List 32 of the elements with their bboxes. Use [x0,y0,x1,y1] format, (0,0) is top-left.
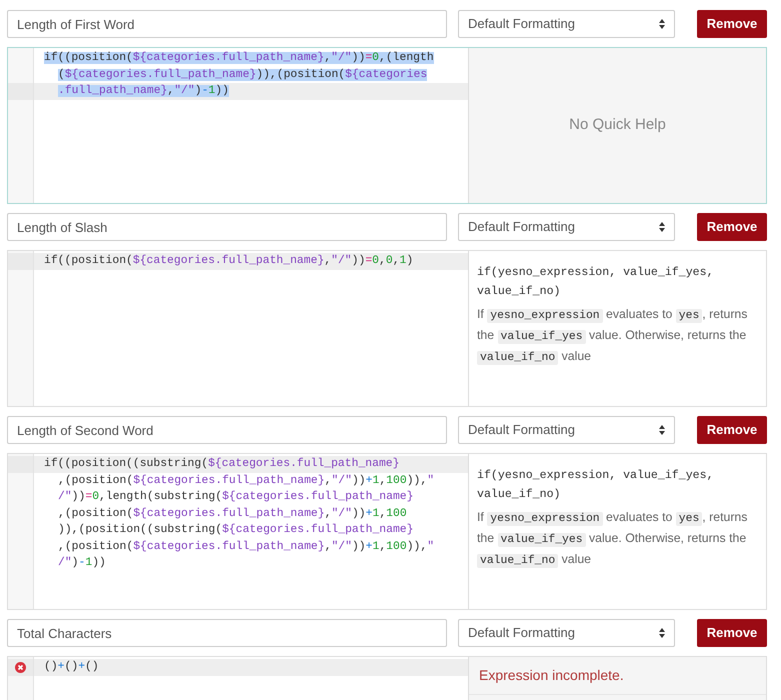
help-description: If yesno_expression evaluates to yes , returns the value_if_yes value. Otherwise, returns the value_if_no value [477,306,748,367]
format-select[interactable]: Default Formatting [458,213,675,241]
sort-arrows-icon [659,425,665,435]
code-line: /")-1)) [57,556,107,571]
name-field[interactable]: Length of Second Word [7,416,447,444]
format-select[interactable]: Default Formatting [458,416,675,444]
sort-arrows-icon [659,222,665,232]
code-line: ,(position(${categories.full_path_name},"/"))+1,100 [57,506,408,522]
name-field[interactable]: Length of Slash [7,213,447,241]
remove-button[interactable]: Remove [697,619,767,647]
code-line: /"))=0,length(substring(${categories.full_path_name} [57,490,414,505]
remove-button[interactable]: Remove [697,416,767,444]
code-editor[interactable] [7,453,767,610]
error-message: Expression incomplete. [469,657,766,695]
code-line: ,(position(${categories.full_path_name},"/"))+1,100))," [57,540,436,554]
code-editor[interactable]: if((position(${categories.full_path_name},"/"))=0,(length (${categories.full_path_name})),(position(${categories .full_path_name},"/")-1)) No Quick Help [7,47,767,204]
help-description: If yesno_expression evaluates to yes , returns the value_if_yes value. Otherwise, returns the value_if_no value [477,509,748,570]
format-select[interactable]: Default Formatting [458,619,675,647]
sort-arrows-icon [659,628,665,638]
sort-arrows-icon [659,19,665,29]
name-field[interactable]: Total Characters [7,619,447,647]
code-editor[interactable] [7,250,767,407]
remove-button[interactable]: Remove [697,213,767,241]
remove-button[interactable]: Remove [697,10,767,38]
code-editor[interactable]: ()+()+() Expression incomplete. [7,656,767,700]
name-field[interactable]: Length of First Word [7,10,447,38]
function-signature: if(yesno_expression, value_if_yes, value_if_no) [477,265,715,300]
code-line: )),(position((substring(${categories.full_path_name} [57,522,414,538]
quick-help-placeholder: No Quick Help [569,115,666,136]
function-signature: if(yesno_expression, value_if_yes, value_if_no) [477,468,715,503]
format-select[interactable]: Default Formatting [458,10,675,38]
code-line: ,(position(${categories.full_path_name},"/"))+1,100))," [57,474,436,488]
